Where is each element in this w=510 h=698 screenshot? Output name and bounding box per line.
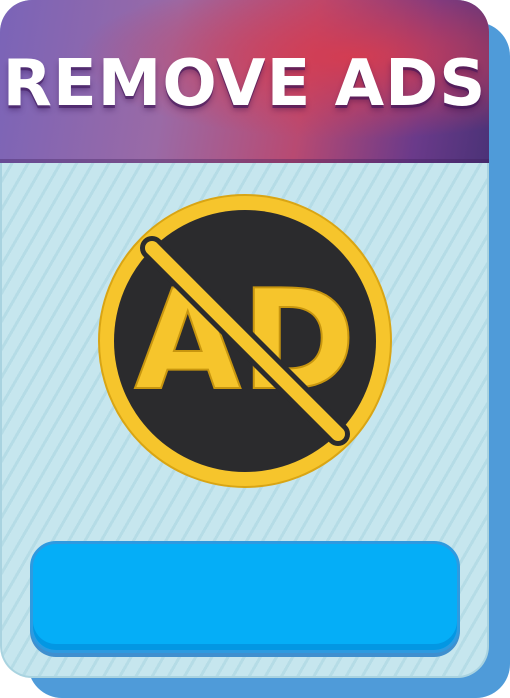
panel-title: REMOVE ADS <box>2 47 487 121</box>
card-header: REMOVE ADS <box>0 0 489 163</box>
no-ads-icon: AD <box>96 192 394 490</box>
remove-ads-panel: REMOVE ADS AD <box>0 0 510 698</box>
no-ads-icon-graphic: AD <box>98 194 392 488</box>
remove-ads-button[interactable] <box>30 541 460 653</box>
remove-ads-card: REMOVE ADS AD <box>0 0 489 678</box>
